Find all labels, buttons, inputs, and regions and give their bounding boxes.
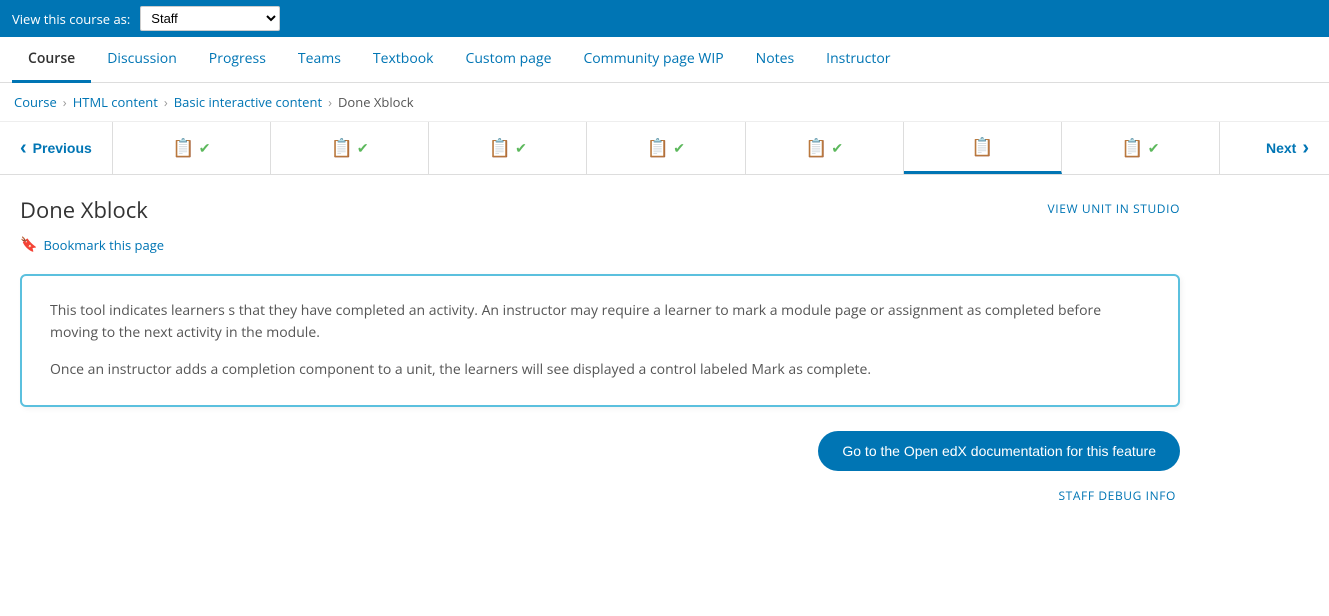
top-bar: View this course as: Staff Learner <box>0 0 1329 37</box>
content-paragraph-1: This tool indicates learners s that they… <box>50 300 1150 345</box>
tab-teams[interactable]: Teams <box>282 37 357 83</box>
breadcrumb-basic-interactive[interactable]: Basic interactive content <box>174 93 322 111</box>
breadcrumb-html-content[interactable]: HTML content <box>73 93 158 111</box>
tab-notes[interactable]: Notes <box>740 37 811 83</box>
prev-button[interactable]: Previous <box>0 122 113 174</box>
unit-tab-6[interactable]: 📋 <box>904 122 1062 174</box>
tab-course[interactable]: Course <box>12 37 91 83</box>
unit-tab-7[interactable]: 📋 ✔ <box>1062 122 1219 174</box>
prev-label: Previous <box>33 140 92 156</box>
unit-nav: Previous 📋 ✔ 📋 ✔ 📋 ✔ 📋 ✔ 📋 ✔ 📋 <box>0 122 1329 175</box>
breadcrumb-current: Done Xblock <box>338 93 414 111</box>
chevron-left-icon <box>20 137 27 160</box>
unit-tab-5-icon: 📋 <box>805 136 827 160</box>
breadcrumb: Course › HTML content › Basic interactiv… <box>0 83 1329 122</box>
unit-tab-2-icon: 📋 <box>330 136 352 160</box>
unit-tab-3-icon: 📋 <box>489 136 511 160</box>
bookmark-label: Bookmark this page <box>43 236 164 254</box>
unit-tab-4-check: ✔ <box>673 139 685 158</box>
unit-tab-5[interactable]: 📋 ✔ <box>746 122 904 174</box>
tab-instructor[interactable]: Instructor <box>810 37 906 83</box>
unit-tab-2[interactable]: 📋 ✔ <box>271 122 429 174</box>
unit-tab-2-check: ✔ <box>357 139 369 158</box>
unit-tabs: 📋 ✔ 📋 ✔ 📋 ✔ 📋 ✔ 📋 ✔ 📋 📋 ✔ <box>113 122 1219 174</box>
unit-tab-4[interactable]: 📋 ✔ <box>587 122 745 174</box>
chevron-right-icon <box>1302 137 1309 160</box>
content-paragraph-2: Once an instructor adds a completion com… <box>50 359 1150 381</box>
breadcrumb-sep-3: › <box>328 93 332 111</box>
unit-tab-3[interactable]: 📋 ✔ <box>429 122 587 174</box>
tab-textbook[interactable]: Textbook <box>357 37 450 83</box>
content-box: This tool indicates learners s that they… <box>20 274 1180 407</box>
breadcrumb-sep-1: › <box>63 93 67 111</box>
main-content: Done Xblock VIEW UNIT IN STUDIO 🔖 Bookma… <box>0 175 1200 522</box>
staff-debug-link[interactable]: STAFF DEBUG INFO <box>20 487 1180 504</box>
unit-tab-1-check: ✔ <box>199 139 211 158</box>
unit-tab-7-icon: 📋 <box>1121 136 1143 160</box>
unit-tab-6-icon: 📋 <box>971 135 993 159</box>
unit-tab-3-check: ✔ <box>515 139 527 158</box>
unit-tab-4-icon: 📋 <box>647 136 669 160</box>
unit-tab-7-check: ✔ <box>1148 139 1160 158</box>
unit-tab-1[interactable]: 📋 ✔ <box>113 122 271 174</box>
tab-community-page-wip[interactable]: Community page WIP <box>567 37 739 83</box>
view-as-label: View this course as: <box>12 10 130 28</box>
tab-custom-page[interactable]: Custom page <box>450 37 568 83</box>
breadcrumb-course[interactable]: Course <box>14 93 57 111</box>
view-studio-link[interactable]: VIEW UNIT IN STUDIO <box>1048 200 1180 217</box>
unit-tab-1-icon: 📋 <box>172 136 194 160</box>
next-button[interactable]: Next <box>1219 122 1329 174</box>
page-title: Done Xblock <box>20 195 148 225</box>
next-label: Next <box>1266 140 1296 156</box>
view-as-select[interactable]: Staff Learner <box>140 6 280 31</box>
nav-tabs: Course Discussion Progress Teams Textboo… <box>0 37 1329 83</box>
cta-button[interactable]: Go to the Open edX documentation for thi… <box>818 431 1180 471</box>
breadcrumb-sep-2: › <box>164 93 168 111</box>
bookmark-icon: 🔖 <box>20 235 37 254</box>
unit-tab-5-check: ✔ <box>831 139 843 158</box>
tab-discussion[interactable]: Discussion <box>91 37 193 83</box>
cta-row: Go to the Open edX documentation for thi… <box>20 431 1180 471</box>
bookmark-row[interactable]: 🔖 Bookmark this page <box>20 235 1180 254</box>
tab-progress[interactable]: Progress <box>193 37 282 83</box>
